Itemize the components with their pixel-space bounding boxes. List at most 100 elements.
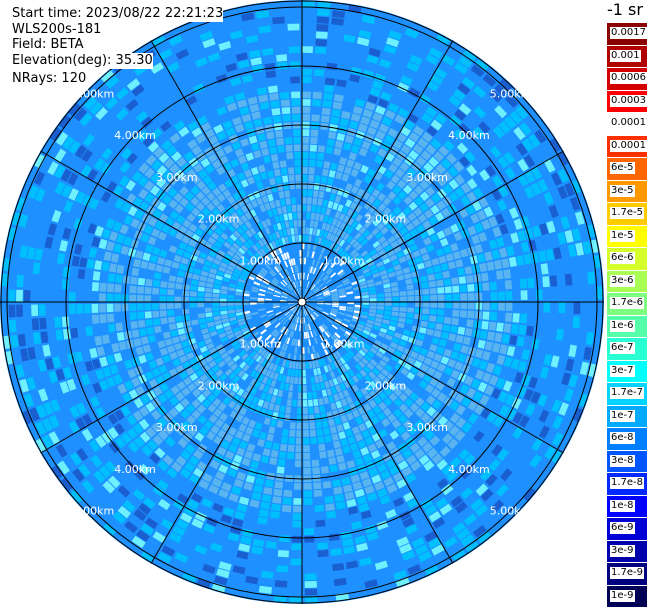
range-gate: [535, 289, 543, 300]
range-gate: [310, 137, 318, 145]
range-gate: [429, 287, 437, 295]
range-gate: [400, 302, 407, 307]
range-gate: [415, 295, 422, 301]
range-gate: [310, 444, 318, 452]
range-gate: [69, 316, 77, 327]
range-gate: [293, 129, 301, 137]
range-gate: [316, 534, 328, 543]
range-gate: [219, 298, 227, 302]
range-gate: [145, 278, 153, 287]
start-time-label: Start time: 2023/08/22 22:21:23: [12, 6, 224, 22]
range-gate: [558, 288, 566, 300]
range-gate: [291, 535, 302, 543]
range-gate: [136, 294, 144, 302]
range-gate: [458, 318, 467, 327]
range-gate: [130, 320, 138, 329]
range-gate: [145, 319, 153, 327]
range-gate: [482, 282, 490, 291]
range-gate: [315, 519, 326, 528]
range-gate: [339, 299, 347, 302]
range-gate: [290, 189, 296, 197]
range-gate: [302, 114, 311, 121]
range-gate: [309, 422, 316, 430]
range-gate: [558, 302, 566, 314]
range-gate: [144, 287, 152, 295]
range-gate: [296, 415, 302, 422]
range-gate: [282, 497, 292, 505]
range-gate: [174, 296, 182, 302]
ring-label: 1.00km: [240, 338, 282, 351]
range-gate: [287, 444, 295, 452]
range-gate: [510, 267, 519, 278]
range-gate: [291, 550, 302, 558]
range-gate: [550, 302, 558, 313]
range-gate: [38, 290, 46, 302]
colorbar-label: 6e-8: [610, 432, 635, 444]
range-gate: [466, 275, 474, 284]
range-gate: [324, 495, 334, 504]
range-gate: [421, 282, 429, 289]
range-gate: [23, 275, 32, 288]
ring-label: 5.00km: [490, 505, 532, 518]
range-gate: [377, 302, 385, 306]
range-gate: [316, 527, 327, 535]
range-gate: [304, 558, 316, 566]
range-gate: [422, 288, 430, 295]
range-gate: [503, 323, 512, 333]
range-gate: [204, 292, 212, 298]
range-gate: [288, 38, 300, 46]
range-gate: [61, 279, 69, 290]
range-gate: [296, 204, 302, 212]
range-gate: [137, 286, 145, 294]
range-gate: [430, 302, 437, 308]
range-gate: [287, 31, 300, 39]
range-gate: [204, 297, 212, 302]
range-gate: [291, 91, 301, 99]
colorbar-label: 1.7e-7: [610, 387, 645, 399]
range-gate: [573, 302, 581, 314]
range-gate: [294, 467, 302, 475]
range-gate: [189, 308, 197, 314]
range-gate: [76, 315, 85, 326]
range-gate: [314, 61, 325, 69]
range-gate: [107, 273, 116, 283]
range-gate: [272, 115, 282, 123]
range-gate: [328, 47, 340, 56]
range-gate: [189, 291, 197, 297]
range-gate: [8, 274, 17, 287]
ring-label: 3.00km: [156, 171, 198, 184]
range-gate: [291, 106, 301, 114]
range-gate: [526, 325, 534, 337]
range-gate: [152, 287, 160, 295]
range-gate: [146, 270, 154, 279]
range-gate: [311, 114, 320, 122]
range-gate: [302, 46, 313, 54]
colorbar-label: 1e-9: [610, 589, 635, 602]
range-gate: [293, 384, 298, 392]
range-gate: [275, 46, 287, 55]
range-gate: [285, 467, 294, 475]
range-gate: [40, 263, 49, 276]
range-gate: [303, 498, 313, 505]
colorbar-label: 1e-8: [610, 499, 635, 512]
range-gate: [302, 61, 313, 69]
range-gate: [227, 302, 235, 306]
range-gate: [392, 291, 400, 297]
range-gate: [266, 131, 275, 140]
range-gate: [144, 303, 152, 311]
range-gate: [159, 303, 167, 310]
range-gate: [92, 271, 101, 281]
range-gate: [306, 220, 310, 227]
range-gate: [490, 302, 498, 311]
range-gate: [272, 24, 286, 32]
range-gate: [279, 527, 291, 535]
range-gate: [84, 281, 92, 291]
range-gate: [212, 307, 220, 312]
range-gate: [294, 377, 298, 384]
range-gate: [450, 325, 458, 334]
range-gate: [550, 315, 558, 327]
range-gate: [100, 272, 108, 282]
range-gate: [182, 303, 189, 309]
range-gate: [182, 296, 189, 302]
range-gate: [581, 287, 588, 300]
